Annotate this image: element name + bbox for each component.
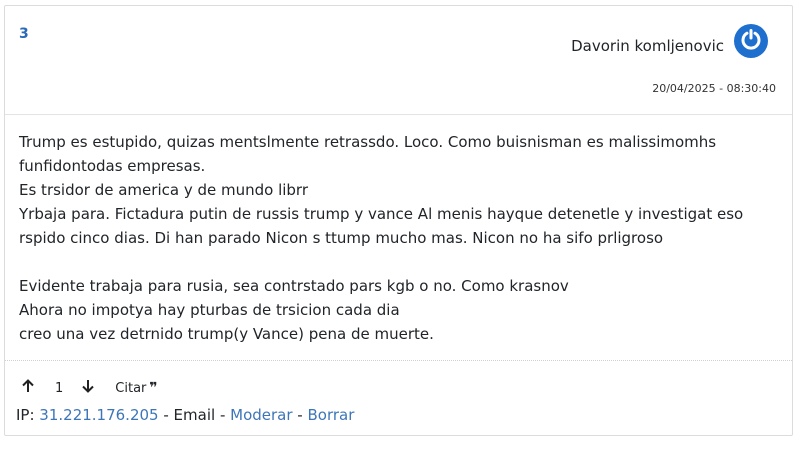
- comment-card: 3 Davorin komljenovic 20/04/2025 - 08:30…: [4, 5, 793, 436]
- quote-label: Citar: [115, 380, 147, 396]
- email-text: Email: [173, 406, 216, 424]
- comment-text-line: Ahora no impotya hay pturbas de trsicion…: [19, 301, 400, 319]
- ip-label: IP:: [16, 406, 40, 424]
- upvote-button[interactable]: [19, 379, 37, 397]
- comment-timestamp: 20/04/2025 - 08:30:40: [652, 82, 776, 95]
- author-name: Davorin komljenovic: [571, 37, 724, 55]
- meta-separator: -: [158, 406, 174, 424]
- comment-text-line: creo una vez detrnido trump(y Vance) pen…: [19, 325, 434, 343]
- comment-header: 3 Davorin komljenovic 20/04/2025 - 08:30…: [5, 6, 792, 115]
- avatar: [734, 24, 768, 58]
- quote-icon: ❞: [149, 380, 158, 396]
- downvote-button[interactable]: [79, 379, 97, 397]
- vote-count: 1: [55, 380, 64, 396]
- comment-text-line: Es trsidor de america y de mundo librr: [19, 181, 308, 199]
- arrow-up-icon: [21, 379, 35, 397]
- meta-separator: -: [292, 406, 308, 424]
- power-icon: [740, 28, 762, 54]
- comment-meta: IP: 31.221.176.205 - Email - Moderar - B…: [16, 406, 354, 424]
- vote-bar: 1 Citar ❞: [19, 379, 158, 397]
- quote-button[interactable]: Citar ❞: [115, 381, 157, 396]
- comment-body: Trump es estupido, quizas mentslmente re…: [5, 115, 792, 361]
- moderate-link[interactable]: Moderar: [230, 406, 292, 424]
- comment-number-link[interactable]: 3: [19, 26, 29, 42]
- delete-link[interactable]: Borrar: [307, 406, 354, 424]
- comment-text-line: Trump es estupido, quizas mentslmente re…: [19, 133, 717, 175]
- meta-separator: -: [215, 406, 231, 424]
- comment-text-line: Yrbaja para. Fictadura putin de russis t…: [19, 205, 744, 247]
- comment-text-line: Evidente trabaja para rusia, sea contrst…: [19, 277, 569, 295]
- ip-link[interactable]: 31.221.176.205: [39, 406, 158, 424]
- comment-footer: 1 Citar ❞ IP: 31.221.176.205 - Email - M…: [5, 361, 792, 437]
- arrow-down-icon: [81, 379, 95, 397]
